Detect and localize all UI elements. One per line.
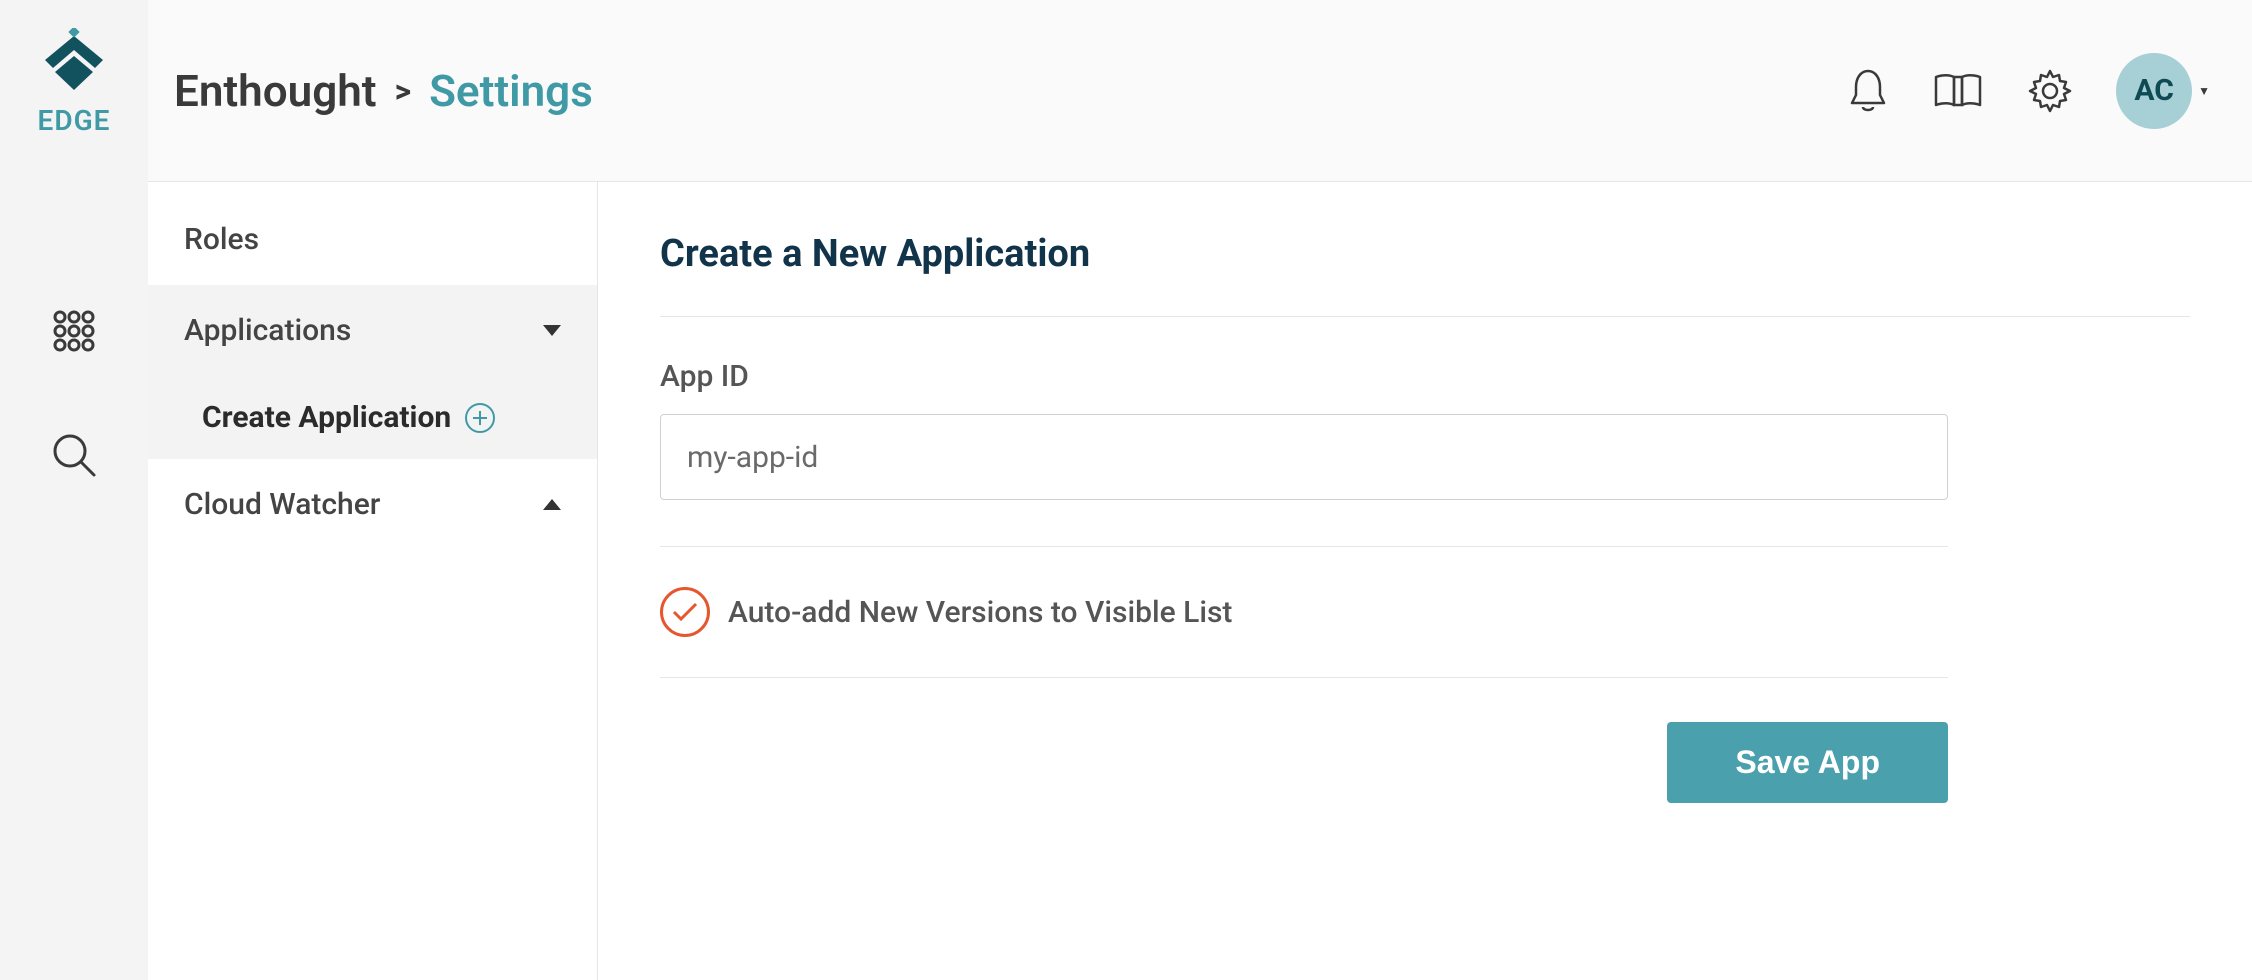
- app-id-input[interactable]: [660, 414, 1948, 500]
- brand-logo[interactable]: EDGE: [35, 28, 113, 137]
- check-icon: [670, 600, 700, 624]
- plus-circle-icon: [465, 403, 495, 433]
- breadcrumb-org[interactable]: Enthought: [174, 65, 377, 117]
- gear-icon[interactable]: [2026, 67, 2074, 115]
- sidebar-item-label: Cloud Watcher: [184, 487, 380, 522]
- header: Enthought > Settings: [148, 0, 2252, 182]
- sidebar-item-label: Roles: [184, 222, 259, 257]
- divider: [660, 316, 2190, 317]
- avatar: AC: [2116, 53, 2192, 129]
- docs-icon[interactable]: [1932, 69, 1984, 113]
- save-button[interactable]: Save App: [1667, 722, 1948, 803]
- divider: [660, 677, 1948, 678]
- icon-rail: EDGE: [0, 0, 148, 980]
- sidebar-item-create-application[interactable]: Create Application: [148, 376, 597, 459]
- sidebar-item-label: Create Application: [202, 400, 451, 435]
- sidebar-item-label: Applications: [184, 313, 351, 348]
- chevron-up-icon: [543, 499, 561, 510]
- auto-add-toggle[interactable]: [660, 587, 710, 637]
- sidebar-item-cloud-watcher[interactable]: Cloud Watcher: [148, 459, 597, 550]
- brand-name: EDGE: [38, 104, 111, 137]
- chevron-down-icon: ▼: [2198, 84, 2210, 98]
- search-icon[interactable]: [48, 429, 100, 485]
- breadcrumb-page[interactable]: Settings: [429, 65, 593, 117]
- chevron-down-icon: [543, 325, 561, 336]
- divider: [660, 546, 1948, 547]
- breadcrumb-separator: >: [395, 72, 412, 110]
- app-id-label: App ID: [660, 359, 2190, 394]
- user-menu[interactable]: AC ▼: [2116, 53, 2210, 129]
- apps-grid-icon[interactable]: [50, 307, 98, 359]
- sidebar-item-roles[interactable]: Roles: [148, 194, 597, 285]
- page-title: Create a New Application: [660, 232, 2190, 276]
- settings-sidebar: Roles Applications Create Application Cl…: [148, 182, 598, 980]
- content: Create a New Application App ID Auto-add…: [598, 182, 2252, 980]
- bell-icon[interactable]: [1846, 67, 1890, 115]
- breadcrumb: Enthought > Settings: [174, 65, 593, 117]
- auto-add-label: Auto-add New Versions to Visible List: [728, 595, 1232, 630]
- sidebar-item-applications[interactable]: Applications: [148, 285, 597, 376]
